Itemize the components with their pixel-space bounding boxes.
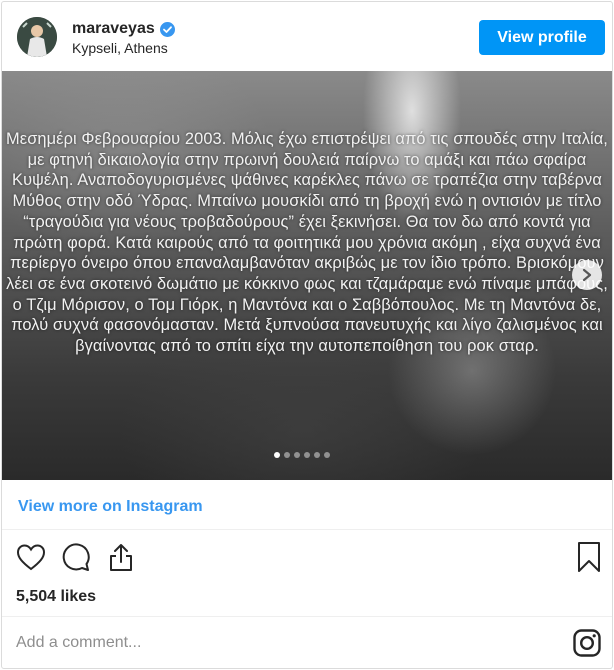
likes-count[interactable]: 5,504 likes (16, 588, 96, 606)
avatar[interactable] (17, 17, 57, 57)
location[interactable]: Kypseli, Athens (72, 40, 168, 56)
share-icon (110, 544, 132, 571)
post-media[interactable]: Μεσημέρι Φεβρουαρίου 2003. Μόλις έχω επι… (2, 71, 612, 480)
divider (2, 529, 612, 530)
post-image-text: Μεσημέρι Φεβρουαρίου 2003. Μόλις έχω επι… (6, 130, 608, 356)
username[interactable]: maraveyas (72, 20, 155, 38)
carousel-dot (314, 452, 320, 458)
carousel-dot (324, 452, 330, 458)
carousel-dot (304, 452, 310, 458)
like-button[interactable] (14, 540, 48, 574)
carousel-dot (284, 452, 290, 458)
comment-input[interactable]: Add a comment... (16, 634, 141, 652)
chevron-right-icon (582, 268, 592, 282)
bookmark-icon (578, 542, 600, 572)
view-more-link[interactable]: View more on Instagram (18, 498, 203, 516)
view-profile-button[interactable]: View profile (479, 20, 605, 55)
post-header: maraveyas Kypseli, Athens View profile (2, 2, 612, 72)
comment-button[interactable] (59, 540, 93, 574)
carousel-dot (274, 452, 280, 458)
post-actions (2, 540, 612, 580)
save-button[interactable] (572, 540, 606, 574)
instagram-logo-icon[interactable] (572, 628, 602, 658)
carousel-indicator (274, 452, 330, 458)
next-slide-button[interactable] (572, 260, 602, 290)
avatar-photo (17, 17, 57, 57)
instagram-embed-card: maraveyas Kypseli, Athens View profile Μ… (1, 1, 613, 669)
comment-icon (62, 543, 90, 571)
share-button[interactable] (104, 540, 138, 574)
carousel-dot (294, 452, 300, 458)
divider (2, 616, 612, 617)
verified-badge-icon (159, 21, 175, 37)
heart-icon (16, 544, 46, 571)
